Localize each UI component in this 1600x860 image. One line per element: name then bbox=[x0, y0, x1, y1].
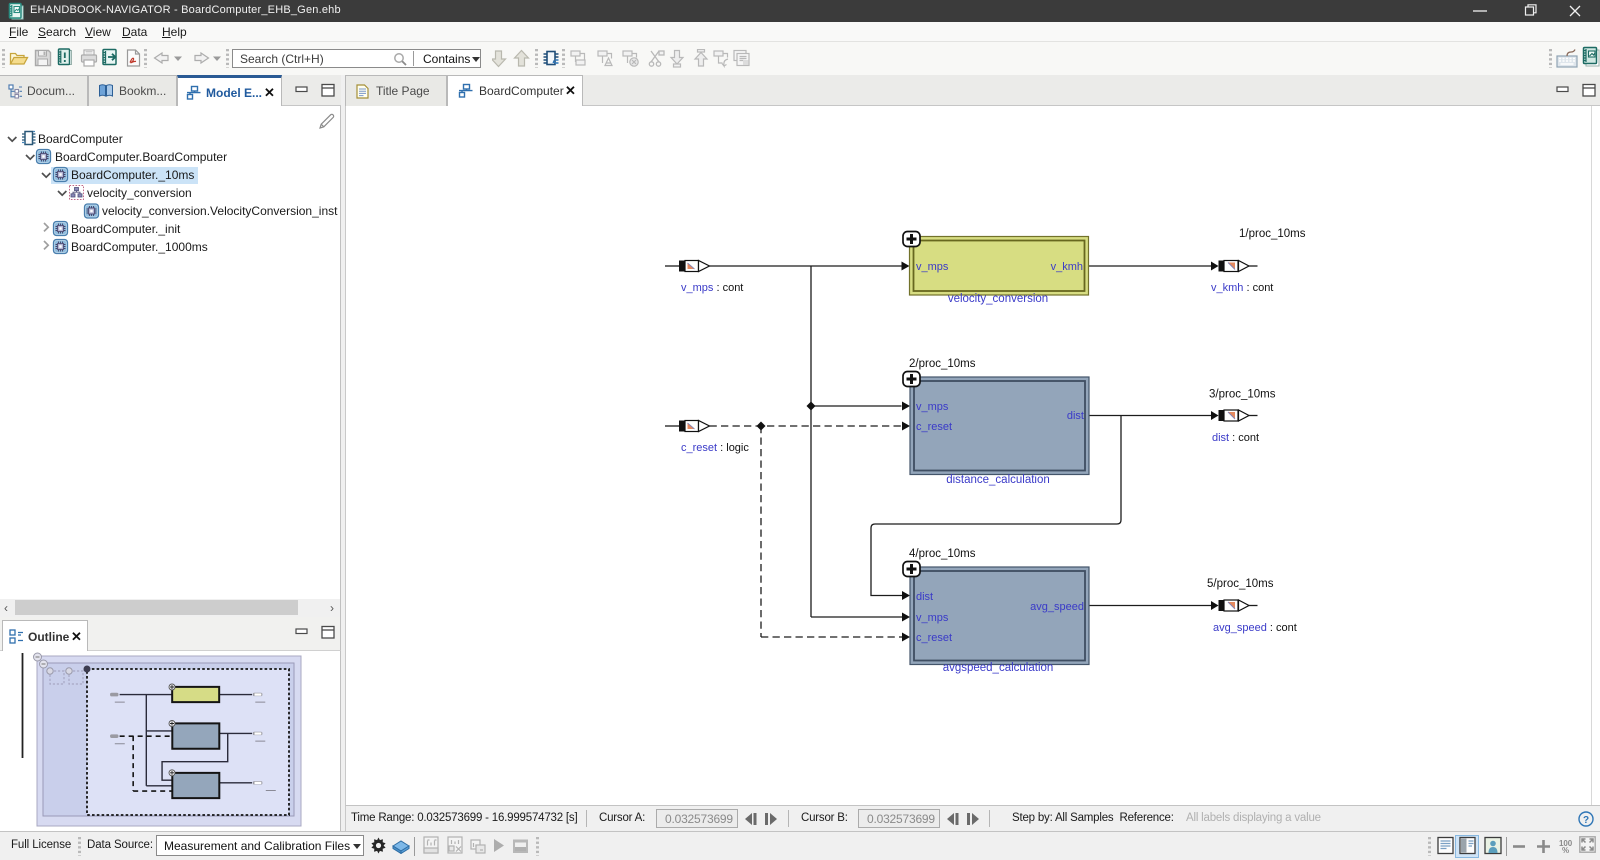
svg-text:BoardComputer: BoardComputer bbox=[38, 132, 123, 146]
svg-text:v_mps : cont: v_mps : cont bbox=[681, 282, 743, 294]
svg-text:distance_calculation: distance_calculation bbox=[946, 474, 1050, 486]
svg-text:BoardComputer._10ms: BoardComputer._10ms bbox=[71, 168, 194, 182]
svg-text:c_reset : logic: c_reset : logic bbox=[681, 442, 749, 454]
svg-text:avg_speed: avg_speed bbox=[1030, 601, 1084, 613]
svg-text:?: ? bbox=[1583, 815, 1589, 826]
svg-text:dist: dist bbox=[1067, 410, 1084, 422]
svg-text:2/proc_10ms: 2/proc_10ms bbox=[909, 358, 976, 370]
svg-text:BoardComputer.BoardComputer: BoardComputer.BoardComputer bbox=[55, 150, 227, 164]
svg-text:4/proc_10ms: 4/proc_10ms bbox=[909, 548, 976, 560]
svg-text:velocity_conversion: velocity_conversion bbox=[948, 293, 1048, 305]
svg-text:BoardComputer._1000ms: BoardComputer._1000ms bbox=[71, 240, 208, 254]
svg-text:dist : cont: dist : cont bbox=[1212, 432, 1259, 444]
svg-text:v_kmh : cont: v_kmh : cont bbox=[1211, 282, 1273, 294]
svg-text:c_reset: c_reset bbox=[916, 421, 952, 433]
svg-text:avg_speed : cont: avg_speed : cont bbox=[1213, 622, 1297, 634]
svg-text:1/proc_10ms: 1/proc_10ms bbox=[1239, 228, 1306, 240]
svg-text:avgspeed_calculation: avgspeed_calculation bbox=[943, 662, 1054, 674]
svg-text:velocity_conversion.VelocityCo: velocity_conversion.VelocityConversion_i… bbox=[102, 204, 338, 218]
svg-text:v_mps: v_mps bbox=[916, 612, 949, 624]
svg-text:5/proc_10ms: 5/proc_10ms bbox=[1207, 578, 1274, 590]
svg-text:velocity_conversion: velocity_conversion bbox=[87, 186, 192, 200]
svg-text:v_mps: v_mps bbox=[916, 261, 949, 273]
svg-text:c_reset: c_reset bbox=[916, 632, 952, 644]
svg-text:v_mps: v_mps bbox=[916, 401, 949, 413]
svg-text:3/proc_10ms: 3/proc_10ms bbox=[1209, 389, 1276, 401]
svg-text:dist: dist bbox=[916, 591, 933, 603]
svg-text:v_kmh: v_kmh bbox=[1051, 261, 1083, 273]
svg-text:%: % bbox=[1562, 846, 1569, 853]
svg-text:BoardComputer._init: BoardComputer._init bbox=[71, 222, 181, 236]
